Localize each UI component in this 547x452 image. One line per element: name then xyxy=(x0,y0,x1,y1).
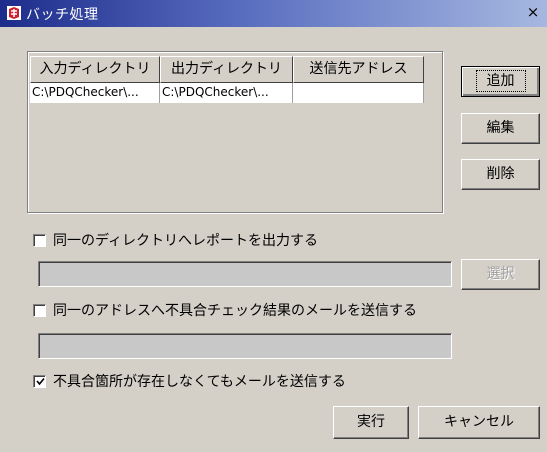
run-button-label: 実行 xyxy=(357,414,385,430)
add-button-label: 追加 xyxy=(475,70,526,92)
table-row[interactable]: C:\PDQChecker\... C:\PDQChecker\... xyxy=(30,83,430,103)
close-button[interactable]: × xyxy=(525,5,541,20)
column-header-output-dir[interactable]: 出力ディレクトリ xyxy=(160,56,293,83)
select-button-label: 選択 xyxy=(486,266,515,282)
select-button: 選択 xyxy=(461,259,540,290)
delete-button-label: 削除 xyxy=(486,166,515,182)
column-header-address[interactable]: 送信先アドレス xyxy=(293,56,424,83)
cancel-button[interactable]: キャンセル xyxy=(418,406,540,439)
edit-button[interactable]: 編集 xyxy=(461,113,540,144)
column-header-input-dir[interactable]: 入力ディレクトリ xyxy=(30,56,160,83)
cell-input-dir[interactable]: C:\PDQChecker\... xyxy=(30,83,160,103)
checkmark-icon xyxy=(36,377,45,386)
add-button[interactable]: 追加 xyxy=(461,66,540,97)
batch-table[interactable]: 入力ディレクトリ 出力ディレクトリ 送信先アドレス C:\PDQChecker\… xyxy=(30,56,430,210)
same-dir-label: 同一のディレクトリへレポートを出力する xyxy=(53,233,319,249)
edit-button-label: 編集 xyxy=(486,120,515,136)
delete-button[interactable]: 削除 xyxy=(461,159,540,190)
same-dir-path-field xyxy=(38,261,452,287)
app-icon xyxy=(7,6,21,20)
send-always-label: 不具合箇所が存在しなくてもメールを送信する xyxy=(53,374,346,390)
send-always-checkbox[interactable] xyxy=(33,375,46,388)
same-addr-field xyxy=(38,333,452,359)
run-button[interactable]: 実行 xyxy=(333,406,409,439)
cell-address[interactable] xyxy=(293,83,424,103)
same-addr-label: 同一のアドレスへ不具合チェック結果のメールを送信する xyxy=(53,303,417,319)
cell-output-dir[interactable]: C:\PDQChecker\... xyxy=(160,83,293,103)
same-addr-checkbox[interactable] xyxy=(33,304,46,317)
cancel-button-label: キャンセル xyxy=(444,414,514,430)
table-header: 入力ディレクトリ 出力ディレクトリ 送信先アドレス xyxy=(30,56,430,83)
window-title: バッチ処理 xyxy=(26,7,99,23)
same-dir-checkbox[interactable] xyxy=(33,234,46,247)
title-bar: バッチ処理 × xyxy=(0,0,547,27)
